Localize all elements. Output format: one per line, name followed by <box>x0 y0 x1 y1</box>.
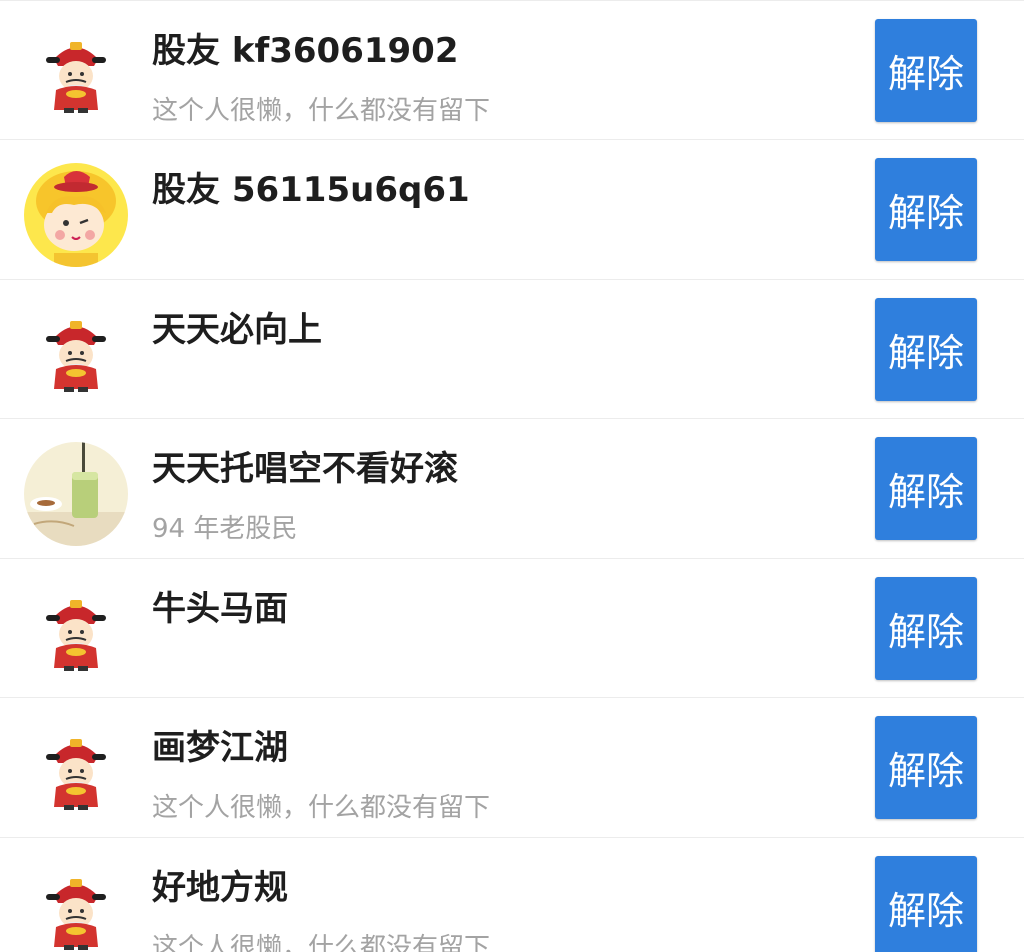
friend-signature: 这个人很懒，什么都没有留下 <box>152 933 491 952</box>
friend-name: 天天托唱空不看好滚 <box>152 449 458 489</box>
avatar[interactable] <box>24 582 128 686</box>
remove-button[interactable]: 解除 <box>875 716 977 819</box>
fortune-god-icon <box>24 303 128 407</box>
avatar[interactable] <box>24 303 128 407</box>
friend-name: 股友 kf36061902 <box>152 31 459 71</box>
remove-button[interactable]: 解除 <box>875 298 977 401</box>
list-item[interactable]: 天天必向上 解除 <box>0 279 1024 418</box>
friend-list: 股友 kf36061902 这个人很懒，什么都没有留下 解除 股友 56115u… <box>0 0 1024 952</box>
avatar[interactable] <box>24 721 128 825</box>
friend-name: 牛头马面 <box>152 589 288 629</box>
remove-button[interactable]: 解除 <box>875 577 977 680</box>
list-item[interactable]: 股友 56115u6q61 解除 <box>0 139 1024 278</box>
remove-button[interactable]: 解除 <box>875 158 977 261</box>
cartoon-girl-avatar <box>24 163 128 267</box>
matcha-drink-photo <box>24 442 128 546</box>
avatar[interactable] <box>24 163 128 267</box>
avatar[interactable] <box>24 861 128 952</box>
remove-button[interactable]: 解除 <box>875 19 977 122</box>
fortune-god-icon <box>24 721 128 825</box>
fortune-god-icon <box>24 861 128 952</box>
list-item[interactable]: 牛头马面 解除 <box>0 558 1024 697</box>
avatar[interactable] <box>24 442 128 546</box>
fortune-god-icon <box>24 24 128 128</box>
fortune-god-icon <box>24 582 128 686</box>
friend-name: 画梦江湖 <box>152 728 288 768</box>
list-item[interactable]: 天天托唱空不看好滚 94 年老股民 解除 <box>0 418 1024 557</box>
friend-name: 天天必向上 <box>152 310 322 350</box>
remove-button[interactable]: 解除 <box>875 437 977 540</box>
list-item[interactable]: 股友 kf36061902 这个人很懒，什么都没有留下 解除 <box>0 0 1024 139</box>
friend-name: 好地方规 <box>152 868 288 908</box>
list-item[interactable]: 画梦江湖 这个人很懒，什么都没有留下 解除 <box>0 697 1024 836</box>
avatar[interactable] <box>24 24 128 128</box>
friend-signature: 这个人很懒，什么都没有留下 <box>152 793 491 823</box>
remove-button[interactable]: 解除 <box>875 856 977 952</box>
friend-name: 股友 56115u6q61 <box>152 170 470 210</box>
friend-signature: 这个人很懒，什么都没有留下 <box>152 96 491 126</box>
list-item[interactable]: 好地方规 这个人很懒，什么都没有留下 解除 <box>0 837 1024 952</box>
friend-signature: 94 年老股民 <box>152 514 298 544</box>
